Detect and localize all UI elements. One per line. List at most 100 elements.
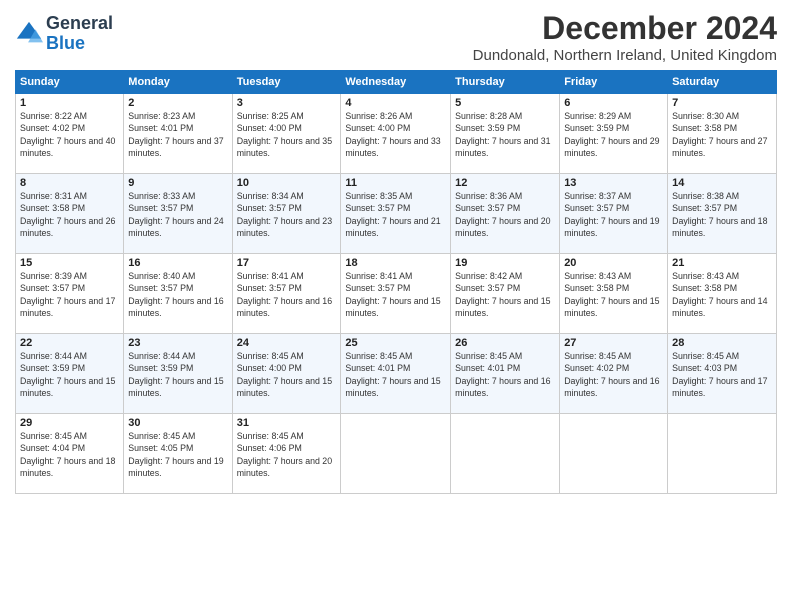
calendar-cell: 10Sunrise: 8:34 AMSunset: 3:57 PMDayligh… bbox=[232, 174, 341, 254]
weekday-header-saturday: Saturday bbox=[668, 71, 777, 94]
calendar-cell: 25Sunrise: 8:45 AMSunset: 4:01 PMDayligh… bbox=[341, 334, 451, 414]
day-number: 13 bbox=[564, 177, 663, 189]
calendar-cell: 8Sunrise: 8:31 AMSunset: 3:58 PMDaylight… bbox=[16, 174, 124, 254]
day-info: Sunrise: 8:43 AMSunset: 3:58 PMDaylight:… bbox=[672, 270, 772, 319]
calendar-cell: 23Sunrise: 8:44 AMSunset: 3:59 PMDayligh… bbox=[124, 334, 232, 414]
calendar-cell bbox=[341, 414, 451, 494]
weekday-header-row: SundayMondayTuesdayWednesdayThursdayFrid… bbox=[16, 71, 777, 94]
day-info: Sunrise: 8:45 AMSunset: 4:01 PMDaylight:… bbox=[345, 350, 446, 399]
day-number: 8 bbox=[20, 177, 119, 189]
day-number: 14 bbox=[672, 177, 772, 189]
day-info: Sunrise: 8:28 AMSunset: 3:59 PMDaylight:… bbox=[455, 110, 555, 159]
main-title: December 2024 bbox=[473, 10, 777, 47]
weekday-header-thursday: Thursday bbox=[451, 71, 560, 94]
day-number: 27 bbox=[564, 337, 663, 349]
day-number: 11 bbox=[345, 177, 446, 189]
day-number: 17 bbox=[237, 257, 337, 269]
day-number: 31 bbox=[237, 417, 337, 429]
calendar-week-4: 22Sunrise: 8:44 AMSunset: 3:59 PMDayligh… bbox=[16, 334, 777, 414]
day-info: Sunrise: 8:37 AMSunset: 3:57 PMDaylight:… bbox=[564, 190, 663, 239]
calendar-cell: 27Sunrise: 8:45 AMSunset: 4:02 PMDayligh… bbox=[560, 334, 668, 414]
day-info: Sunrise: 8:44 AMSunset: 3:59 PMDaylight:… bbox=[128, 350, 227, 399]
calendar-cell: 15Sunrise: 8:39 AMSunset: 3:57 PMDayligh… bbox=[16, 254, 124, 334]
day-number: 25 bbox=[345, 337, 446, 349]
day-info: Sunrise: 8:26 AMSunset: 4:00 PMDaylight:… bbox=[345, 110, 446, 159]
calendar-cell: 17Sunrise: 8:41 AMSunset: 3:57 PMDayligh… bbox=[232, 254, 341, 334]
day-info: Sunrise: 8:33 AMSunset: 3:57 PMDaylight:… bbox=[128, 190, 227, 239]
calendar-cell: 31Sunrise: 8:45 AMSunset: 4:06 PMDayligh… bbox=[232, 414, 341, 494]
calendar-cell: 24Sunrise: 8:45 AMSunset: 4:00 PMDayligh… bbox=[232, 334, 341, 414]
calendar-cell: 14Sunrise: 8:38 AMSunset: 3:57 PMDayligh… bbox=[668, 174, 777, 254]
logo-icon bbox=[15, 20, 43, 48]
calendar-cell: 12Sunrise: 8:36 AMSunset: 3:57 PMDayligh… bbox=[451, 174, 560, 254]
day-info: Sunrise: 8:35 AMSunset: 3:57 PMDaylight:… bbox=[345, 190, 446, 239]
weekday-header-friday: Friday bbox=[560, 71, 668, 94]
day-info: Sunrise: 8:45 AMSunset: 4:06 PMDaylight:… bbox=[237, 430, 337, 479]
day-number: 20 bbox=[564, 257, 663, 269]
calendar-cell bbox=[668, 414, 777, 494]
calendar-cell: 22Sunrise: 8:44 AMSunset: 3:59 PMDayligh… bbox=[16, 334, 124, 414]
calendar-cell: 20Sunrise: 8:43 AMSunset: 3:58 PMDayligh… bbox=[560, 254, 668, 334]
day-info: Sunrise: 8:34 AMSunset: 3:57 PMDaylight:… bbox=[237, 190, 337, 239]
calendar-cell: 30Sunrise: 8:45 AMSunset: 4:05 PMDayligh… bbox=[124, 414, 232, 494]
day-number: 18 bbox=[345, 257, 446, 269]
calendar-cell: 6Sunrise: 8:29 AMSunset: 3:59 PMDaylight… bbox=[560, 94, 668, 174]
day-info: Sunrise: 8:45 AMSunset: 4:04 PMDaylight:… bbox=[20, 430, 119, 479]
day-info: Sunrise: 8:40 AMSunset: 3:57 PMDaylight:… bbox=[128, 270, 227, 319]
calendar-cell: 16Sunrise: 8:40 AMSunset: 3:57 PMDayligh… bbox=[124, 254, 232, 334]
calendar-cell: 5Sunrise: 8:28 AMSunset: 3:59 PMDaylight… bbox=[451, 94, 560, 174]
calendar-cell: 18Sunrise: 8:41 AMSunset: 3:57 PMDayligh… bbox=[341, 254, 451, 334]
logo-blue: Blue bbox=[46, 33, 85, 53]
logo-general: General bbox=[46, 13, 113, 33]
day-info: Sunrise: 8:30 AMSunset: 3:58 PMDaylight:… bbox=[672, 110, 772, 159]
calendar-cell: 28Sunrise: 8:45 AMSunset: 4:03 PMDayligh… bbox=[668, 334, 777, 414]
day-info: Sunrise: 8:22 AMSunset: 4:02 PMDaylight:… bbox=[20, 110, 119, 159]
day-number: 9 bbox=[128, 177, 227, 189]
day-number: 30 bbox=[128, 417, 227, 429]
calendar-cell: 11Sunrise: 8:35 AMSunset: 3:57 PMDayligh… bbox=[341, 174, 451, 254]
day-number: 4 bbox=[345, 97, 446, 109]
day-info: Sunrise: 8:36 AMSunset: 3:57 PMDaylight:… bbox=[455, 190, 555, 239]
calendar-cell bbox=[451, 414, 560, 494]
day-info: Sunrise: 8:44 AMSunset: 3:59 PMDaylight:… bbox=[20, 350, 119, 399]
day-number: 3 bbox=[237, 97, 337, 109]
day-info: Sunrise: 8:41 AMSunset: 3:57 PMDaylight:… bbox=[237, 270, 337, 319]
logo: General Blue bbox=[15, 14, 113, 54]
header: General Blue December 2024 Dundonald, No… bbox=[15, 10, 777, 64]
day-number: 26 bbox=[455, 337, 555, 349]
calendar-cell: 1Sunrise: 8:22 AMSunset: 4:02 PMDaylight… bbox=[16, 94, 124, 174]
day-info: Sunrise: 8:45 AMSunset: 4:01 PMDaylight:… bbox=[455, 350, 555, 399]
day-info: Sunrise: 8:31 AMSunset: 3:58 PMDaylight:… bbox=[20, 190, 119, 239]
day-number: 12 bbox=[455, 177, 555, 189]
subtitle: Dundonald, Northern Ireland, United King… bbox=[473, 47, 777, 64]
day-number: 5 bbox=[455, 97, 555, 109]
day-number: 24 bbox=[237, 337, 337, 349]
day-info: Sunrise: 8:29 AMSunset: 3:59 PMDaylight:… bbox=[564, 110, 663, 159]
calendar-table: SundayMondayTuesdayWednesdayThursdayFrid… bbox=[15, 70, 777, 494]
day-number: 21 bbox=[672, 257, 772, 269]
calendar-cell: 26Sunrise: 8:45 AMSunset: 4:01 PMDayligh… bbox=[451, 334, 560, 414]
weekday-header-tuesday: Tuesday bbox=[232, 71, 341, 94]
day-number: 16 bbox=[128, 257, 227, 269]
day-info: Sunrise: 8:45 AMSunset: 4:02 PMDaylight:… bbox=[564, 350, 663, 399]
day-info: Sunrise: 8:42 AMSunset: 3:57 PMDaylight:… bbox=[455, 270, 555, 319]
weekday-header-sunday: Sunday bbox=[16, 71, 124, 94]
day-number: 22 bbox=[20, 337, 119, 349]
day-number: 2 bbox=[128, 97, 227, 109]
day-number: 6 bbox=[564, 97, 663, 109]
logo-text: General Blue bbox=[46, 14, 113, 54]
day-number: 29 bbox=[20, 417, 119, 429]
calendar-body: 1Sunrise: 8:22 AMSunset: 4:02 PMDaylight… bbox=[16, 94, 777, 494]
day-info: Sunrise: 8:45 AMSunset: 4:03 PMDaylight:… bbox=[672, 350, 772, 399]
calendar-cell bbox=[560, 414, 668, 494]
calendar-header: SundayMondayTuesdayWednesdayThursdayFrid… bbox=[16, 71, 777, 94]
calendar-week-5: 29Sunrise: 8:45 AMSunset: 4:04 PMDayligh… bbox=[16, 414, 777, 494]
calendar-cell: 21Sunrise: 8:43 AMSunset: 3:58 PMDayligh… bbox=[668, 254, 777, 334]
day-info: Sunrise: 8:38 AMSunset: 3:57 PMDaylight:… bbox=[672, 190, 772, 239]
day-info: Sunrise: 8:43 AMSunset: 3:58 PMDaylight:… bbox=[564, 270, 663, 319]
day-number: 28 bbox=[672, 337, 772, 349]
calendar-cell: 29Sunrise: 8:45 AMSunset: 4:04 PMDayligh… bbox=[16, 414, 124, 494]
day-info: Sunrise: 8:45 AMSunset: 4:05 PMDaylight:… bbox=[128, 430, 227, 479]
calendar-week-1: 1Sunrise: 8:22 AMSunset: 4:02 PMDaylight… bbox=[16, 94, 777, 174]
calendar-cell: 7Sunrise: 8:30 AMSunset: 3:58 PMDaylight… bbox=[668, 94, 777, 174]
